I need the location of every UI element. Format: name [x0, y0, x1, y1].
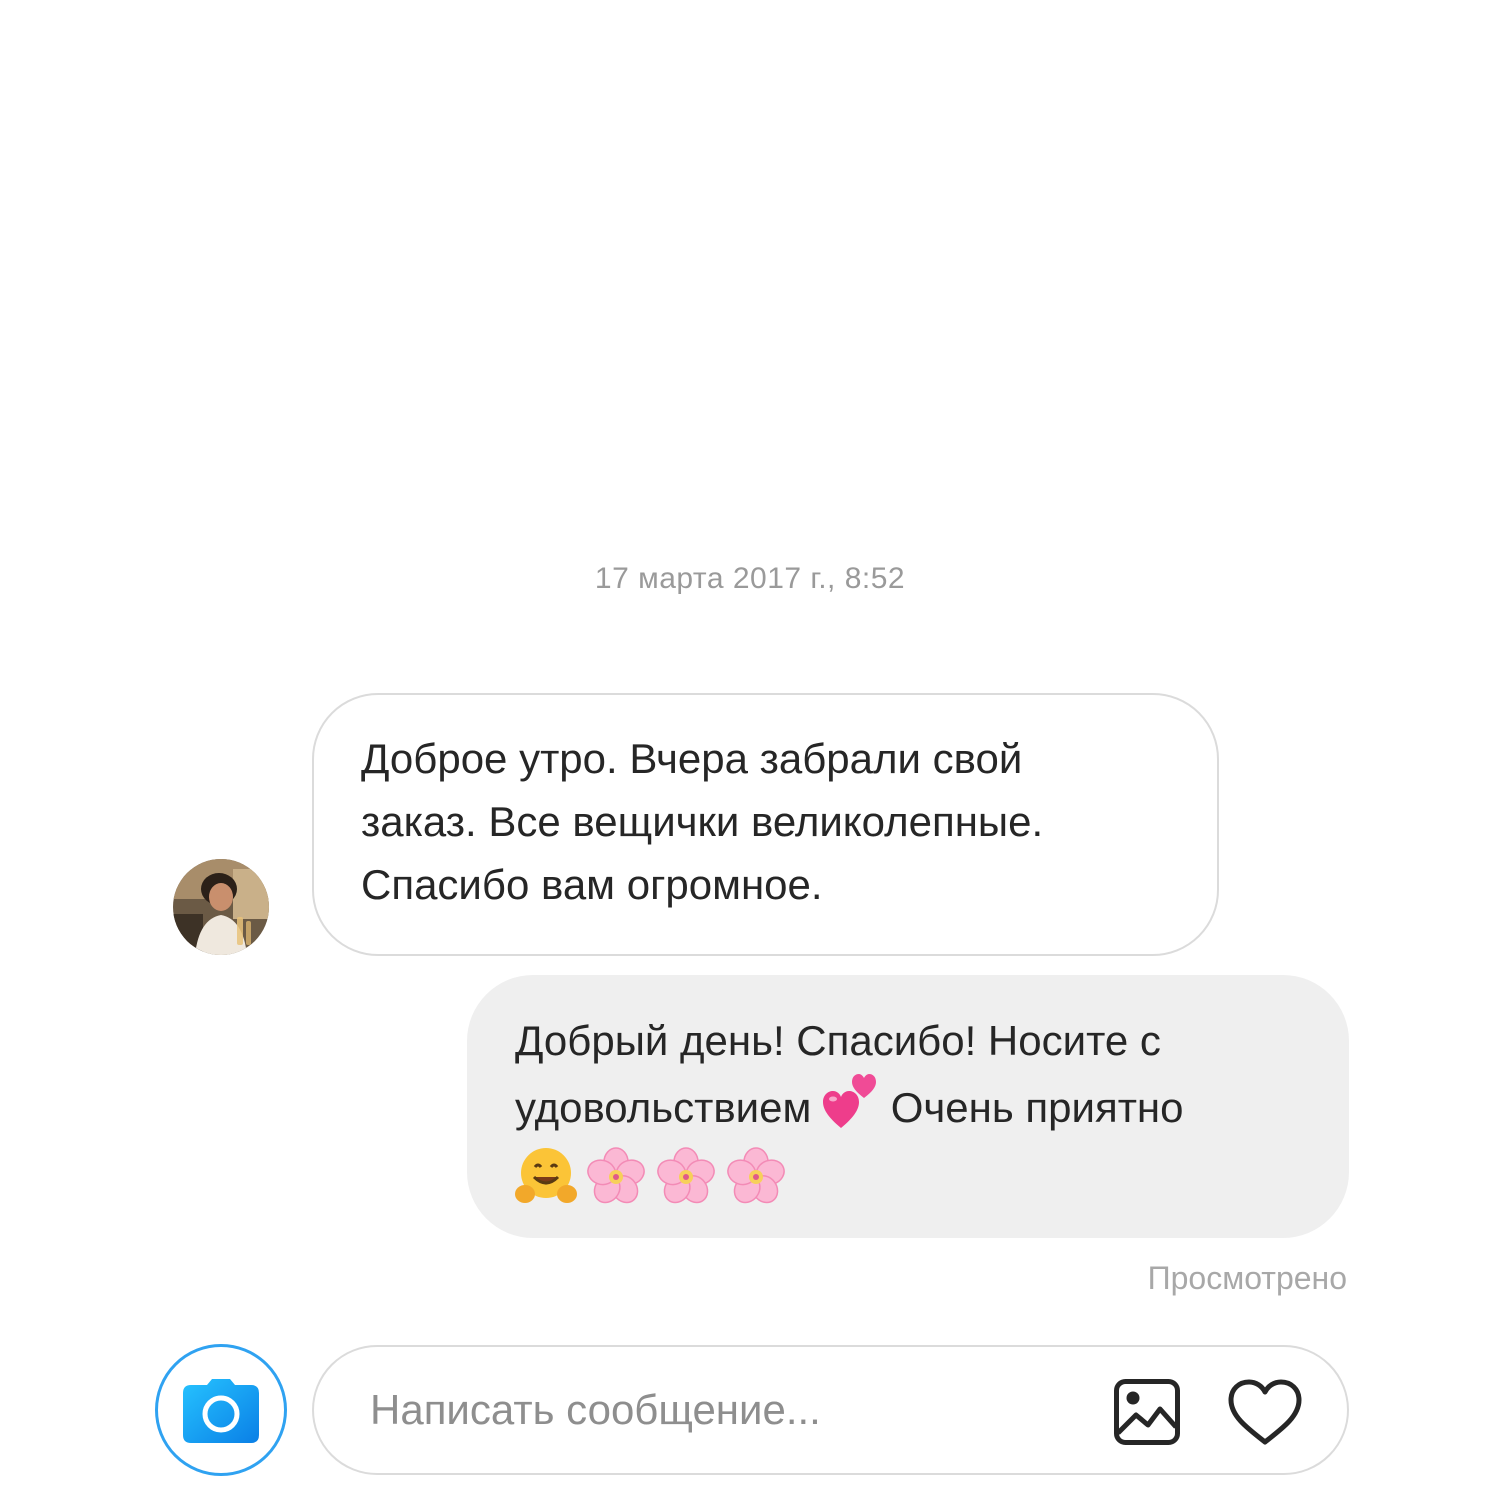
- seen-status: Просмотрено: [1147, 1260, 1347, 1296]
- camera-button[interactable]: [155, 1344, 287, 1476]
- message-timestamp: 17 марта 2017 г., 8:52: [594, 562, 906, 595]
- gallery-button[interactable]: [1114, 1379, 1180, 1445]
- message-text-line: Спасибо вам огромное.: [361, 861, 823, 908]
- hugging-face-icon: [515, 1147, 577, 1224]
- two-hearts-icon: [823, 1072, 879, 1147]
- heart-icon: [1228, 1379, 1302, 1445]
- incoming-message-bubble[interactable]: Доброе утро. Вчера забрали свой заказ. В…: [312, 693, 1219, 956]
- like-button[interactable]: [1227, 1378, 1303, 1448]
- image-icon: [1114, 1379, 1180, 1445]
- direct-message-thread: 17 марта 2017 г., 8:52 Доброе утро. Вчер…: [0, 0, 1500, 1500]
- outgoing-message-bubble[interactable]: Добрый день! Спасибо! Носите с удовольст…: [467, 975, 1349, 1238]
- message-text-line: Доброе утро. Вчера забрали свой: [361, 735, 1023, 782]
- cherry-blossom-icon: [725, 1147, 787, 1224]
- message-text-fragment: Очень приятно: [890, 1084, 1184, 1131]
- message-text-line: Добрый день! Спасибо! Носите с: [515, 1017, 1161, 1064]
- message-input[interactable]: [370, 1377, 1090, 1443]
- sender-avatar-photo: [173, 859, 269, 955]
- cherry-blossom-icon: [655, 1147, 717, 1224]
- message-text-line-2: удовольствием Очень приятно: [515, 1072, 1319, 1147]
- cherry-blossom-icon: [585, 1147, 647, 1224]
- emoji-row: [515, 1147, 1319, 1224]
- message-composer: [312, 1345, 1349, 1475]
- message-text-fragment: удовольствием: [515, 1084, 812, 1131]
- message-text-line: заказ. Все вещички великолепные.: [361, 798, 1044, 845]
- camera-icon: [183, 1379, 259, 1443]
- sender-avatar[interactable]: [173, 859, 269, 955]
